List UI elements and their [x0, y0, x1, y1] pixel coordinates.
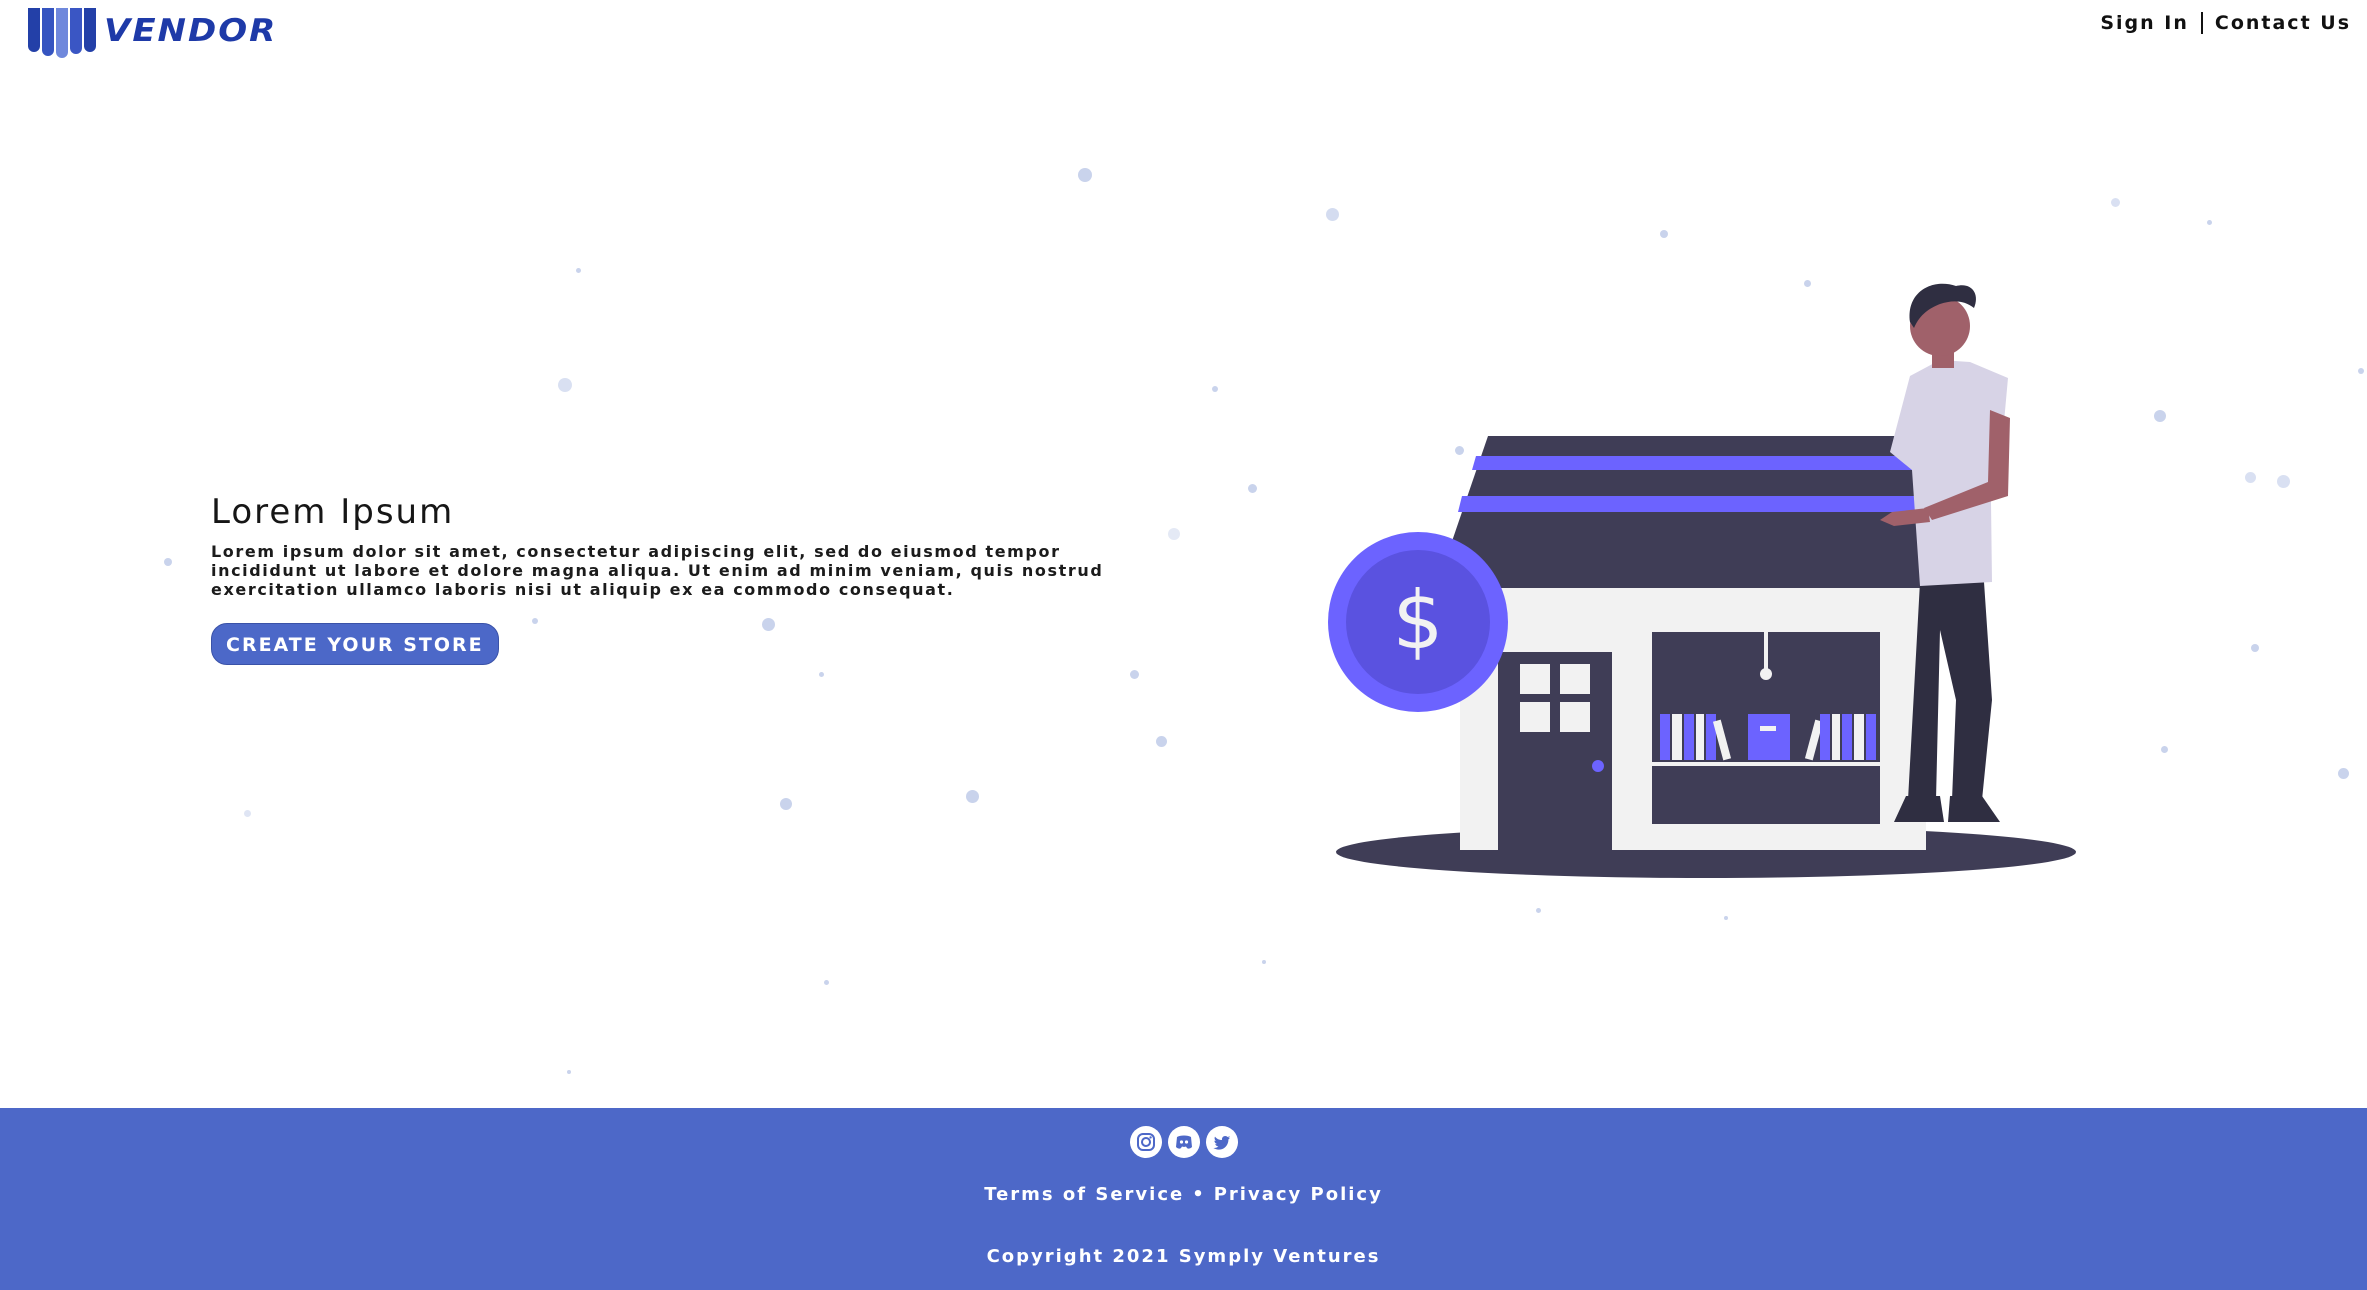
privacy-policy-link[interactable]: Privacy Policy	[1214, 1184, 1383, 1205]
legal-links: Terms of Service • Privacy Policy	[0, 1184, 2367, 1205]
discord-icon[interactable]	[1167, 1126, 1200, 1158]
site-footer: Terms of Service • Privacy Policy Copyrigh…	[0, 1108, 2367, 1290]
hero-title: Lorem Ipsum	[211, 492, 455, 532]
dollar-icon: $	[1393, 574, 1444, 667]
door-knob	[1592, 760, 1604, 772]
logo-bars-icon	[28, 8, 96, 58]
hero-section: Lorem Ipsum Lorem ipsum dolor sit amet, …	[211, 492, 1171, 665]
social-links	[1129, 1126, 1238, 1158]
twitter-icon[interactable]	[1205, 1126, 1238, 1158]
contact-us-link[interactable]: Contact Us	[2215, 12, 2351, 34]
instagram-icon[interactable]	[1129, 1126, 1162, 1158]
shelf-books	[1660, 714, 1876, 761]
footer-separator: •	[1192, 1184, 1206, 1205]
brand-logo[interactable]: VENDOR	[28, 8, 277, 58]
nav-divider	[2200, 12, 2203, 34]
sign-in-link[interactable]: Sign In	[2100, 12, 2189, 34]
store-door	[1498, 652, 1612, 850]
top-nav: Sign In Contact Us	[2100, 12, 2351, 34]
hero-description: Lorem ipsum dolor sit amet, consectetur …	[211, 542, 1104, 599]
copyright-text: Copyright 2021 Symply Ventures	[986, 1246, 1381, 1267]
storefront-illustration: $	[1328, 283, 2076, 878]
brand-name: VENDOR	[104, 12, 278, 50]
terms-of-service-link[interactable]: Terms of Service	[984, 1184, 1184, 1205]
create-store-button[interactable]: CREATE YOUR STORE	[211, 623, 499, 665]
